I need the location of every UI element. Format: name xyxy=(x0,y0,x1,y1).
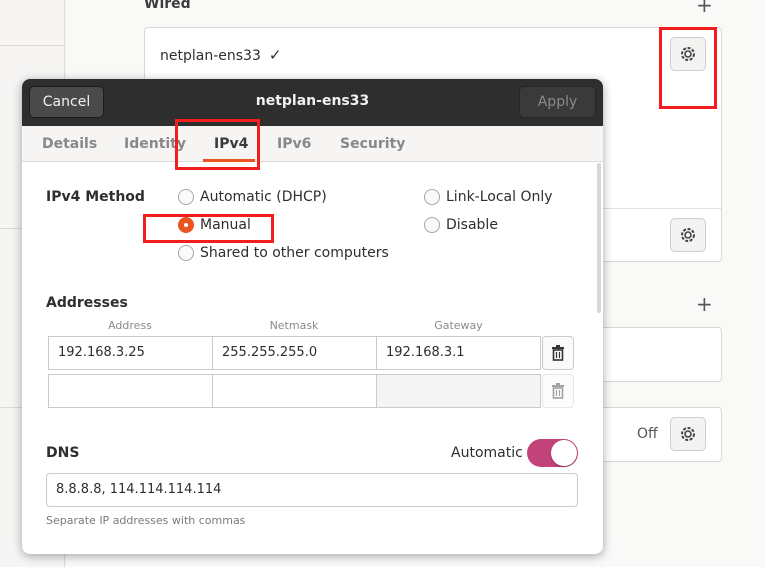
netmask-input[interactable]: 255.255.255.0 xyxy=(212,336,377,370)
proxy-status: Off xyxy=(637,426,658,442)
method-automatic[interactable]: Automatic (DHCP) xyxy=(178,189,327,205)
active-tab-indicator xyxy=(203,159,255,162)
gear-icon xyxy=(681,228,695,242)
connection-name: netplan-ens33 xyxy=(160,48,261,64)
radio-manual[interactable] xyxy=(178,217,194,233)
new-gateway-input[interactable] xyxy=(376,374,541,408)
gear-icon xyxy=(681,47,695,61)
radio-automatic[interactable] xyxy=(178,189,194,205)
column-netmask: Netmask xyxy=(269,319,319,332)
dialog-titlebar: Cancel netplan-ens33 Apply xyxy=(22,79,603,126)
column-gateway: Gateway xyxy=(434,319,483,332)
ipv4-method-label: IPv4 Method xyxy=(46,189,145,205)
addresses-label: Addresses xyxy=(46,295,128,311)
dns-label: DNS xyxy=(46,445,80,461)
scrollbar[interactable] xyxy=(597,163,601,313)
tab-bar: Details Identity IPv4 IPv6 Security xyxy=(22,126,603,162)
trash-icon xyxy=(552,345,564,361)
check-icon: ✓ xyxy=(268,46,282,64)
trash-icon xyxy=(552,383,564,399)
proxy-settings-button[interactable] xyxy=(670,417,706,451)
method-disable-label: Disable xyxy=(446,217,498,233)
second-connection-settings-button[interactable] xyxy=(670,218,706,252)
method-shared[interactable]: Shared to other computers xyxy=(178,245,389,261)
new-netmask-input[interactable] xyxy=(212,374,377,408)
tab-details[interactable]: Details xyxy=(42,136,97,152)
dns-input[interactable]: 8.8.8.8, 114.114.114.114 xyxy=(46,473,578,507)
connection-settings-button[interactable] xyxy=(670,37,706,71)
radio-link-local[interactable] xyxy=(424,189,440,205)
delete-empty-row-button[interactable] xyxy=(542,374,574,408)
method-manual-label: Manual xyxy=(200,217,251,233)
wired-section-title: Wired xyxy=(144,0,191,12)
table-row xyxy=(48,374,541,408)
method-disable[interactable]: Disable xyxy=(424,217,498,233)
table-row: 192.168.3.25 255.255.255.0 192.168.3.1 xyxy=(48,336,541,370)
connection-dialog: Cancel netplan-ens33 Apply Details Ident… xyxy=(22,79,603,554)
secondary-card xyxy=(600,327,722,382)
dns-automatic-switch[interactable] xyxy=(527,439,578,467)
tab-security[interactable]: Security xyxy=(340,136,405,152)
method-automatic-label: Automatic (DHCP) xyxy=(200,189,327,205)
tab-ipv6[interactable]: IPv6 xyxy=(277,136,311,152)
dns-automatic-label: Automatic xyxy=(451,445,523,461)
method-link-local-label: Link-Local Only xyxy=(446,189,553,205)
switch-knob xyxy=(551,440,577,466)
new-address-input[interactable] xyxy=(48,374,213,408)
method-shared-label: Shared to other computers xyxy=(200,245,389,261)
sidebar-divider xyxy=(0,45,65,46)
address-input[interactable]: 192.168.3.25 xyxy=(48,336,213,370)
connection-row[interactable]: netplan-ens33 ✓ xyxy=(160,46,281,64)
apply-button[interactable]: Apply xyxy=(519,86,596,118)
add-wired-plus-icon[interactable]: + xyxy=(696,0,713,15)
radio-disable[interactable] xyxy=(424,217,440,233)
add-vpn-plus-icon[interactable]: + xyxy=(696,294,713,314)
delete-row-button[interactable] xyxy=(542,336,574,370)
dialog-title: netplan-ens33 xyxy=(255,93,370,109)
gateway-input[interactable]: 192.168.3.1 xyxy=(376,336,541,370)
dns-hint: Separate IP addresses with commas xyxy=(46,514,246,527)
tab-ipv4[interactable]: IPv4 xyxy=(214,136,248,152)
method-link-local[interactable]: Link-Local Only xyxy=(424,189,553,205)
radio-shared[interactable] xyxy=(178,245,194,261)
gear-icon xyxy=(681,427,695,441)
column-address: Address xyxy=(108,319,152,332)
tab-identity[interactable]: Identity xyxy=(124,136,186,152)
method-manual[interactable]: Manual xyxy=(178,217,251,233)
